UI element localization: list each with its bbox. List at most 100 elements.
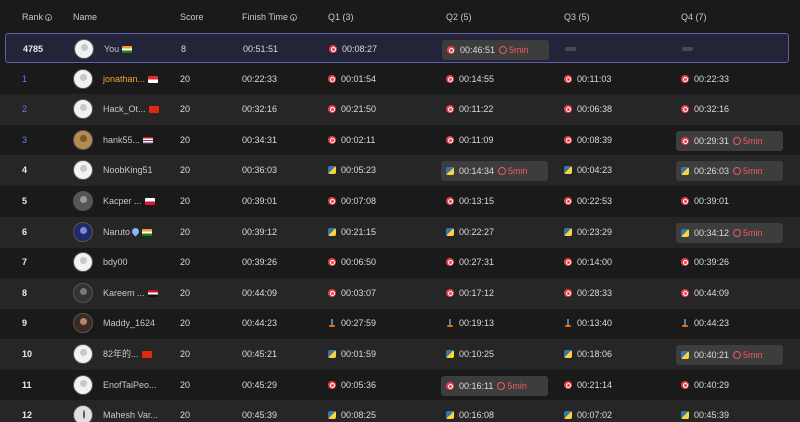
q1-submission[interactable]: 00:21:50 — [328, 94, 376, 125]
table-row[interactable]: 4 NoobKing51 20 00:36:03 00:05:23 00:14:34 5mi… — [0, 155, 800, 187]
table-row[interactable]: 10 82年的... 20 00:45:21 00:01:59 00:10:25 00:18… — [0, 339, 800, 370]
user-name-text[interactable]: Hack_Ot... — [103, 104, 146, 114]
q4-submission[interactable]: 00:26:03 5min — [676, 161, 783, 182]
avatar[interactable] — [73, 252, 93, 273]
table-row[interactable]: 11 EnofTaiPeo... 20 00:45:29 00:05:36 00:16:1… — [0, 370, 800, 401]
q1-submission[interactable]: 00:02:11 — [328, 125, 375, 156]
user-name-text[interactable]: You — [104, 44, 119, 54]
q4-submission[interactable]: 00:45:39 — [681, 400, 729, 422]
user-name[interactable]: Maddy_1624 — [103, 308, 155, 339]
user-name[interactable]: Hack_Ot... — [103, 94, 159, 125]
q2-submission[interactable]: 00:17:12 — [446, 278, 494, 309]
q4-submission[interactable] — [682, 34, 693, 65]
q2-submission[interactable]: 00:22:27 — [446, 217, 494, 248]
avatar[interactable] — [73, 282, 93, 303]
q1-submission[interactable]: 00:06:50 — [328, 247, 376, 278]
q1-submission[interactable]: 00:05:36 — [328, 370, 376, 401]
q4-submission[interactable]: 00:32:16 — [681, 94, 729, 125]
avatar[interactable] — [74, 39, 94, 59]
q1-submission[interactable]: 00:01:54 — [328, 64, 376, 95]
user-name-text[interactable]: Maddy_1624 — [103, 318, 155, 328]
current-user-row[interactable]: 4785 You 8 00:51:51 00:08:27 00:46:51 5min — [5, 33, 789, 63]
user-name[interactable]: Kareem ... — [103, 278, 158, 309]
q3-submission[interactable] — [565, 34, 576, 65]
user-name[interactable]: bdy00 — [103, 247, 128, 278]
avatar[interactable] — [73, 129, 93, 150]
q3-submission[interactable]: 00:14:00 — [564, 247, 612, 278]
table-row[interactable]: 3 hank55... 20 00:34:31 00:02:11 00:11:09 00:0… — [0, 125, 800, 156]
user-name-text[interactable]: Naruto — [103, 227, 130, 237]
q3-submission[interactable]: 00:06:38 — [564, 94, 612, 125]
q2-submission[interactable]: 00:27:31 — [446, 247, 494, 278]
user-name-text[interactable]: Mahesh Var... — [103, 410, 158, 420]
finish-time-header[interactable]: Finish Time — [242, 12, 298, 22]
avatar[interactable] — [73, 344, 93, 364]
q3-submission[interactable]: 00:11:03 — [564, 64, 611, 95]
q2-submission[interactable]: 00:46:51 5min — [442, 40, 549, 60]
q3-submission[interactable]: 00:07:02 — [564, 400, 612, 422]
q3-submission[interactable]: 00:28:33 — [564, 278, 612, 309]
user-name[interactable]: hank55... — [103, 125, 154, 156]
avatar[interactable] — [73, 221, 93, 242]
q4-submission[interactable]: 00:22:33 — [681, 64, 729, 95]
table-row[interactable]: 2 Hack_Ot... 20 00:32:16 00:21:50 00:11:22 00:… — [0, 94, 800, 126]
info-icon[interactable] — [290, 14, 298, 21]
q2-submission[interactable]: 00:11:09 — [446, 125, 493, 156]
avatar[interactable] — [73, 191, 93, 211]
q3-submission[interactable]: 00:21:14 — [564, 370, 612, 401]
table-row[interactable]: 7 bdy00 20 00:39:26 00:06:50 00:27:31 00:14:00… — [0, 247, 800, 278]
table-row[interactable]: 9 Maddy_1624 20 00:44:23 00:27:59 00:19:13 00:… — [0, 308, 800, 339]
q2-submission[interactable]: 00:16:11 5min — [441, 375, 548, 396]
q2-submission[interactable]: 00:10:25 — [446, 339, 494, 370]
q4-submission[interactable]: 00:40:29 — [681, 370, 729, 401]
user-name[interactable]: EnofTaiPeo... — [103, 370, 157, 401]
table-row[interactable]: 6 Naruto 20 00:39:12 00:21:15 00:22:27 00:23:2… — [0, 216, 800, 248]
user-name[interactable]: You — [104, 34, 133, 65]
user-name[interactable]: 82年的... — [103, 339, 152, 370]
user-name-text[interactable]: Kareem ... — [103, 288, 145, 298]
avatar[interactable] — [73, 68, 93, 89]
user-name-text[interactable]: bdy00 — [103, 257, 128, 267]
user-name[interactable]: Kacper ... — [103, 186, 155, 217]
q3-submission[interactable]: 00:04:23 — [564, 155, 612, 186]
avatar[interactable] — [73, 313, 93, 334]
q4-submission[interactable]: 00:40:21 5min — [676, 345, 783, 365]
q2-submission[interactable]: 00:11:22 — [446, 94, 493, 125]
q2-submission[interactable]: 00:16:08 — [446, 400, 494, 422]
q2-submission[interactable]: 00:14:55 — [446, 64, 494, 95]
user-name[interactable]: NoobKing51 — [103, 155, 153, 186]
user-name-text[interactable]: 82年的... — [103, 349, 139, 359]
q4-submission[interactable]: 00:44:23 — [681, 308, 729, 339]
q1-submission[interactable]: 00:07:08 — [328, 186, 376, 217]
q3-submission[interactable]: 00:13:40 — [564, 308, 612, 339]
q1-submission[interactable]: 00:01:59 — [328, 339, 376, 370]
q3-submission[interactable]: 00:23:29 — [564, 217, 612, 248]
user-name-text[interactable]: EnofTaiPeo... — [103, 380, 157, 390]
table-row[interactable]: 12 Mahesh Var... 20 00:45:39 00:08:25 00:16:0… — [0, 400, 800, 422]
avatar[interactable] — [73, 374, 93, 395]
q2-submission[interactable]: 00:19:13 — [446, 308, 494, 339]
user-name[interactable]: Naruto — [103, 217, 153, 248]
table-row[interactable]: 8 Kareem ... 20 00:44:09 00:03:07 00:17:12 00:… — [0, 277, 800, 309]
q1-submission[interactable]: 00:21:15 — [328, 217, 376, 248]
q1-submission[interactable]: 00:27:59 — [328, 308, 376, 339]
q1-submission[interactable]: 00:03:07 — [328, 278, 376, 309]
q4-submission[interactable]: 00:39:01 — [681, 186, 729, 217]
q1-submission[interactable]: 00:08:25 — [328, 400, 376, 422]
user-name-text[interactable]: jonathan... — [103, 74, 145, 84]
q4-submission[interactable]: 00:44:09 — [681, 278, 729, 309]
avatar[interactable] — [73, 405, 93, 422]
info-icon[interactable] — [45, 14, 53, 21]
user-name[interactable]: Mahesh Var... — [103, 400, 158, 422]
q1-submission[interactable]: 00:05:23 — [328, 155, 376, 186]
table-row[interactable]: 1 jonathan... 20 00:22:33 00:01:54 00:14:55 00… — [0, 64, 800, 95]
avatar[interactable] — [73, 99, 93, 120]
user-name-text[interactable]: hank55... — [103, 135, 140, 145]
q4-submission[interactable]: 00:34:12 5min — [676, 222, 783, 243]
user-name-text[interactable]: Kacper ... — [103, 196, 142, 206]
rank-header[interactable]: Rank — [22, 12, 53, 22]
q1-submission[interactable]: 00:08:27 — [329, 34, 377, 65]
avatar[interactable] — [73, 160, 93, 181]
q4-submission[interactable]: 00:29:31 5min — [676, 130, 783, 151]
q4-submission[interactable]: 00:39:26 — [681, 247, 729, 278]
